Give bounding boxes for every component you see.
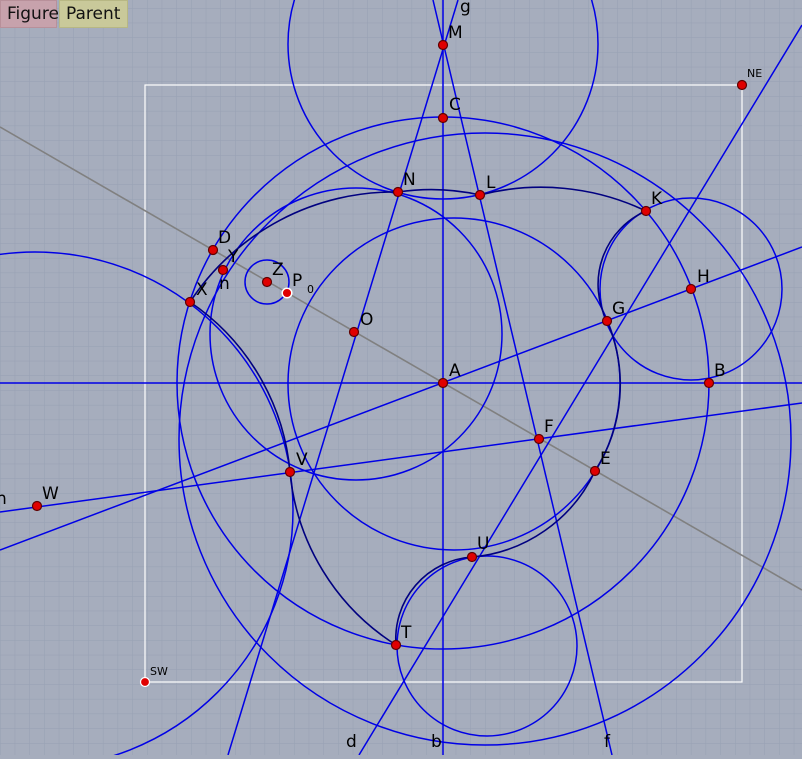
label-sw: SW (150, 665, 168, 678)
geometry-canvas[interactable]: M C N L K NE D Y Z P 0 n X O H G A B F E… (0, 0, 802, 759)
label-line-h: h (0, 489, 7, 509)
point-e[interactable] (589, 465, 601, 477)
label-n: N (403, 170, 416, 190)
label-d: D (218, 228, 231, 248)
point-x[interactable] (184, 296, 196, 308)
point-z[interactable] (261, 276, 273, 288)
label-line-d: d (346, 732, 357, 752)
figure-button[interactable]: Figure (0, 0, 59, 28)
point-n[interactable] (392, 186, 404, 198)
label-c: C (449, 95, 461, 115)
point-o[interactable] (348, 326, 360, 338)
point-l[interactable] (474, 189, 486, 201)
point-f[interactable] (533, 433, 545, 445)
label-h: H (697, 267, 710, 287)
point-sw[interactable] (139, 676, 151, 688)
label-p-subscript: 0 (307, 283, 314, 296)
parent-button[interactable]: Parent (59, 0, 128, 28)
label-m: M (448, 23, 463, 43)
point-u[interactable] (466, 551, 478, 563)
label-u: U (477, 534, 489, 554)
point-g[interactable] (601, 315, 613, 327)
label-p: P (292, 271, 302, 291)
point-c[interactable] (437, 112, 449, 124)
label-v: V (296, 450, 308, 470)
label-w: W (42, 484, 59, 504)
point-k[interactable] (640, 205, 652, 217)
label-a: A (449, 361, 461, 381)
point-a[interactable] (437, 377, 449, 389)
point-v[interactable] (284, 466, 296, 478)
label-y: Y (227, 247, 239, 267)
point-t[interactable] (390, 639, 402, 651)
label-l: L (486, 173, 496, 193)
label-line-b: b (431, 732, 442, 752)
point-ne[interactable] (736, 79, 748, 91)
label-n-small: n (219, 274, 230, 294)
construction-svg[interactable]: M C N L K NE D Y Z P 0 n X O H G A B F E… (0, 0, 802, 759)
label-z: Z (272, 260, 284, 280)
label-b: B (714, 361, 726, 381)
point-h[interactable] (685, 283, 697, 295)
label-e: E (600, 449, 611, 469)
label-g: G (612, 299, 625, 319)
label-t: T (400, 623, 412, 643)
point-b[interactable] (703, 377, 715, 389)
label-o: O (360, 310, 373, 330)
point-d[interactable] (207, 244, 219, 256)
point-m[interactable] (437, 39, 449, 51)
point-w[interactable] (31, 500, 43, 512)
label-k: K (651, 189, 663, 209)
label-x: X (196, 280, 208, 300)
label-line-f: f (604, 732, 611, 752)
label-line-g: g (460, 0, 471, 17)
label-ne: NE (747, 67, 762, 80)
point-p[interactable] (281, 287, 293, 299)
label-f: F (544, 417, 554, 437)
